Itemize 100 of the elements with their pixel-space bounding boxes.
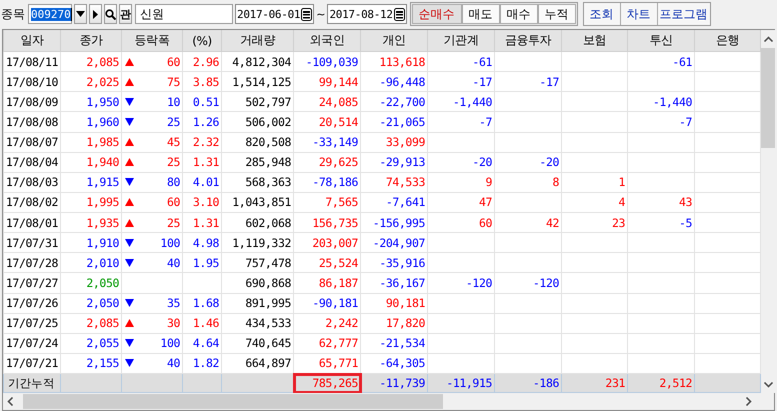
table-cell: 2,055 <box>60 333 122 354</box>
column-header[interactable]: 거래량 <box>222 30 294 52</box>
search-icon <box>105 8 116 20</box>
horizontal-scrollbar[interactable] <box>3 393 774 410</box>
column-header[interactable]: 투신 <box>628 30 694 52</box>
caret-icon <box>76 11 85 17</box>
scroll-right-icon[interactable] <box>746 397 752 406</box>
column-header[interactable]: 등락폭 <box>122 30 182 52</box>
change-value: 60 <box>166 195 180 210</box>
mode-tab[interactable]: 누적 <box>538 4 576 24</box>
investor-value: 43 <box>678 195 692 210</box>
percent-value: 1.46 <box>192 316 219 330</box>
investor-value: -5 <box>678 216 692 230</box>
next-button[interactable] <box>89 4 102 24</box>
investor-value: 7,565 <box>325 195 358 210</box>
change-value: 30 <box>166 316 180 330</box>
stock-label: 종목 <box>1 6 25 22</box>
play-icon <box>93 10 98 18</box>
summary-cell: -186 <box>494 374 562 392</box>
summary-cell: 2,512 <box>628 374 694 392</box>
column-header[interactable]: 은행 <box>694 30 760 52</box>
table-cell: 2,050 <box>60 272 122 293</box>
investor-value: -90,181 <box>312 296 358 310</box>
column-header[interactable]: (%) <box>182 30 222 52</box>
table-cell: 1,910 <box>60 232 122 253</box>
change-value: 25 <box>166 114 180 129</box>
table-cell: 740,645 <box>222 333 294 354</box>
column-header[interactable]: 외국인 <box>294 30 360 52</box>
investor-value: -21,065 <box>379 114 425 129</box>
table-cell: 285,948 <box>222 152 294 172</box>
investor-value: -61 <box>472 54 492 69</box>
column-header[interactable]: 기관계 <box>428 30 494 52</box>
investor-value: 86,187 <box>318 276 358 290</box>
table-cell: 434,533 <box>222 313 294 334</box>
table-cell: 1,119,332 <box>222 232 294 253</box>
calendar-icon[interactable] <box>394 8 405 20</box>
percent-value: 3.10 <box>192 195 219 210</box>
investor-value: 2,242 <box>325 316 358 330</box>
change-value: 60 <box>166 54 180 69</box>
change-value: 75 <box>166 74 180 89</box>
investor-value: -7 <box>478 114 492 129</box>
table-cell: 1,915 <box>60 172 122 192</box>
investor-value: 4 <box>618 195 625 210</box>
action-button[interactable]: 조회 <box>584 3 621 25</box>
percent-value: 2.96 <box>192 54 219 69</box>
investor-value: 17,820 <box>386 316 425 330</box>
percent-value: 3.85 <box>192 74 219 89</box>
mode-tab[interactable]: 매수 <box>500 4 538 24</box>
percent-value: 1.31 <box>192 155 219 170</box>
search-button[interactable] <box>104 4 117 24</box>
investor-value: 74,533 <box>386 175 425 190</box>
table-cell: 2,010 <box>60 252 122 273</box>
summary-cell: -11,915 <box>428 374 494 392</box>
table-cell: 17/07/27 <box>4 272 60 293</box>
mode-tab[interactable]: 매도 <box>462 4 500 24</box>
change-value: 25 <box>166 216 180 230</box>
table-cell: 891,995 <box>222 293 294 314</box>
table-cell: 2,050 <box>60 293 122 314</box>
percent-value: 1.82 <box>192 356 219 370</box>
investor-value: 42 <box>546 216 559 230</box>
calendar-icon[interactable] <box>301 8 312 20</box>
investor-value: 8 <box>552 175 559 190</box>
change-value: 35 <box>166 296 180 310</box>
percent-value: 1.31 <box>192 216 219 230</box>
action-button[interactable]: 차트 <box>620 3 658 25</box>
column-header[interactable]: 보험 <box>562 30 628 52</box>
table-cell: 17/07/31 <box>4 232 60 253</box>
table-cell: 17/08/09 <box>4 92 60 112</box>
investor-value: 23 <box>612 216 625 230</box>
percent-value: 1.95 <box>192 256 219 270</box>
dropdown-button[interactable] <box>74 4 87 24</box>
investor-value: 47 <box>478 195 492 210</box>
table-cell: 757,478 <box>222 252 294 273</box>
scroll-up-icon[interactable] <box>764 36 772 42</box>
interest-button[interactable]: 관 <box>119 4 132 24</box>
percent-value: 1.68 <box>192 296 219 310</box>
percent-value: 4.64 <box>192 336 219 350</box>
investor-value: 9 <box>485 175 492 190</box>
scroll-left-icon[interactable] <box>7 397 13 406</box>
action-button[interactable]: 프로그램 <box>658 3 710 25</box>
investor-value: -78,186 <box>312 175 358 190</box>
column-header[interactable]: 개인 <box>360 30 428 52</box>
change-value: 40 <box>166 356 180 370</box>
investor-value: -204,907 <box>372 236 425 250</box>
summary-cell: 231 <box>562 374 628 392</box>
stock-code-field[interactable]: 009270 <box>28 4 72 24</box>
scroll-down-icon[interactable] <box>764 382 772 388</box>
start-date-field[interactable]: 2017-06-01 <box>235 4 314 24</box>
column-header[interactable]: 종가 <box>60 30 122 52</box>
investor-value: -21,534 <box>379 336 425 350</box>
mode-tab[interactable]: 순매수 <box>412 4 462 24</box>
column-header[interactable]: 금융투자 <box>494 30 562 52</box>
column-header[interactable]: 일자 <box>4 30 60 52</box>
change-value: 40 <box>166 256 180 270</box>
stock-name-field[interactable]: 신원 <box>135 4 233 24</box>
percent-value: 0.51 <box>192 94 219 109</box>
change-value: 80 <box>166 175 180 190</box>
investor-value: -7 <box>678 114 692 129</box>
end-date-field[interactable]: 2017-08-12 <box>327 4 407 24</box>
table-cell: 17/07/28 <box>4 252 60 273</box>
